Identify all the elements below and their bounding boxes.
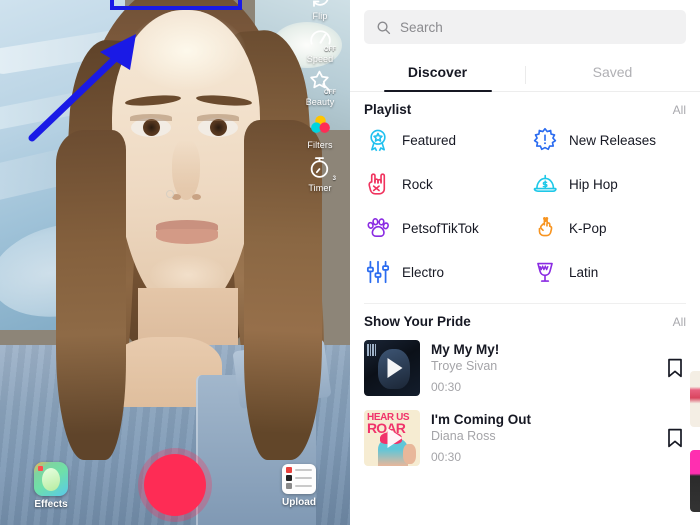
song-cover[interactable]	[364, 340, 420, 396]
camera-tool-rail[interactable]: Flip OFF Speed OFF Beauty Filters 3 Time…	[296, 0, 344, 193]
tool-speed[interactable]: OFF Speed	[296, 23, 344, 64]
tab-bar[interactable]: Discover Saved	[350, 54, 700, 92]
tool-label: Timer	[308, 183, 332, 193]
song-meta: My My My! Troye Sivan 00:30	[431, 342, 653, 394]
tab-discover[interactable]: Discover	[350, 54, 525, 91]
search-icon	[377, 21, 391, 34]
playlist-section-title: Playlist	[364, 102, 412, 117]
tool-label: Speed	[306, 54, 334, 64]
bookmark-icon	[668, 428, 682, 448]
playlist-item-label: Rock	[402, 176, 433, 192]
playlist-item-petsoftiktok[interactable]: PetsofTikTok	[358, 211, 525, 245]
music-panel: Search Discover Saved Playlist All Featu…	[350, 0, 700, 525]
annotation-rectangle	[110, 0, 242, 10]
upload-label: Upload	[282, 497, 316, 508]
playlist-section-header: Playlist All	[350, 92, 700, 121]
effects-button[interactable]: Effects	[34, 462, 68, 510]
playlist-item-label: New Releases	[569, 132, 657, 148]
tool-beauty[interactable]: OFF Beauty	[296, 66, 344, 107]
play-icon	[387, 358, 403, 378]
offscreen-cover-peek	[690, 371, 700, 427]
playlist-item-label: Hip Hop	[569, 176, 618, 192]
award-badge-icon	[364, 126, 392, 154]
tool-flip[interactable]: Flip	[296, 0, 344, 21]
playlist-item-electro[interactable]: Electro	[358, 255, 525, 289]
burst-alert-icon	[531, 126, 559, 154]
playlist-grid: Featured New Releases Rock Hip Hop Petso…	[350, 121, 700, 295]
camera-preview-panel[interactable]: Flip OFF Speed OFF Beauty Filters 3 Time…	[0, 0, 350, 525]
cap-dollar-icon	[531, 170, 559, 198]
upload-icon	[282, 464, 316, 494]
upload-button[interactable]: Upload	[282, 464, 316, 508]
song-duration: 00:30	[431, 450, 462, 464]
effects-label: Effects	[34, 499, 68, 510]
beauty-off-badge: OFF	[324, 90, 336, 96]
playlist-item-label: Electro	[402, 264, 445, 280]
search-placeholder: Search	[400, 19, 443, 35]
timer-count-badge: 3	[332, 176, 336, 182]
play-icon	[387, 428, 403, 448]
pride-section-header: Show Your Pride All	[350, 304, 700, 333]
pride-see-all-link[interactable]: All	[673, 315, 686, 329]
tab-discover-label: Discover	[407, 64, 468, 80]
search-bar-container: Search	[350, 0, 700, 50]
playlist-item-featured[interactable]: Featured	[358, 123, 525, 157]
song-row-my-my-my[interactable]: My My My! Troye Sivan 00:30	[350, 333, 700, 403]
offscreen-cover-peek	[690, 450, 700, 512]
song-meta: I'm Coming Out Diana Ross 00:30	[431, 412, 653, 464]
playlist-item-new-releases[interactable]: New Releases	[525, 123, 692, 157]
bookmark-icon	[668, 358, 682, 378]
pride-section-title: Show Your Pride	[364, 314, 471, 329]
playlist-see-all-link[interactable]: All	[673, 103, 686, 117]
flip-camera-icon	[305, 0, 335, 10]
playlist-item-label: K-Pop	[569, 220, 607, 236]
speed-off-badge: OFF	[324, 47, 336, 53]
paw-print-icon	[364, 214, 392, 242]
song-artist: Troye Sivan	[431, 359, 498, 373]
equalizer-icon	[364, 258, 392, 286]
bookmark-button[interactable]	[664, 428, 686, 448]
beauty-wand-icon: OFF	[305, 66, 336, 96]
song-row-im-coming-out[interactable]: HEAR US ROAR I'm Coming Out Diana Ross 0…	[350, 403, 700, 473]
playlist-item-label: Featured	[402, 132, 457, 148]
tool-filters[interactable]: Filters	[296, 109, 344, 150]
annotation-arrow	[28, 34, 136, 142]
song-title: I'm Coming Out	[431, 412, 531, 427]
speed-icon: OFF	[305, 23, 336, 53]
song-artist: Diana Ross	[431, 429, 496, 443]
tool-label: Filters	[307, 140, 333, 150]
playlist-item-label: PetsofTikTok	[402, 220, 479, 236]
tab-saved[interactable]: Saved	[525, 54, 700, 91]
timer-icon: 3	[305, 152, 336, 182]
tool-label: Beauty	[305, 97, 335, 107]
playlist-item-hip-hop[interactable]: Hip Hop	[525, 167, 692, 201]
rock-hand-icon	[364, 170, 392, 198]
camera-bottom-bar: Effects Upload	[0, 447, 350, 525]
playlist-item-latin[interactable]: Latin	[525, 255, 692, 289]
record-button[interactable]	[138, 448, 212, 522]
bookmark-button[interactable]	[664, 358, 686, 378]
conga-drum-icon	[531, 258, 559, 286]
tab-saved-label: Saved	[592, 64, 633, 80]
search-input[interactable]: Search	[364, 10, 686, 44]
playlist-item-k-pop[interactable]: K-Pop	[525, 211, 692, 245]
tool-timer[interactable]: 3 Timer	[296, 152, 344, 193]
song-cover[interactable]: HEAR US ROAR	[364, 410, 420, 466]
filters-icon	[305, 109, 335, 139]
record-button-icon	[144, 454, 206, 516]
tool-label: Flip	[312, 11, 328, 21]
effects-icon	[34, 462, 68, 496]
song-title: My My My!	[431, 342, 500, 357]
song-duration: 00:30	[431, 380, 462, 394]
playlist-item-rock[interactable]: Rock	[358, 167, 525, 201]
finger-heart-icon	[531, 214, 559, 242]
playlist-item-label: Latin	[569, 264, 599, 280]
